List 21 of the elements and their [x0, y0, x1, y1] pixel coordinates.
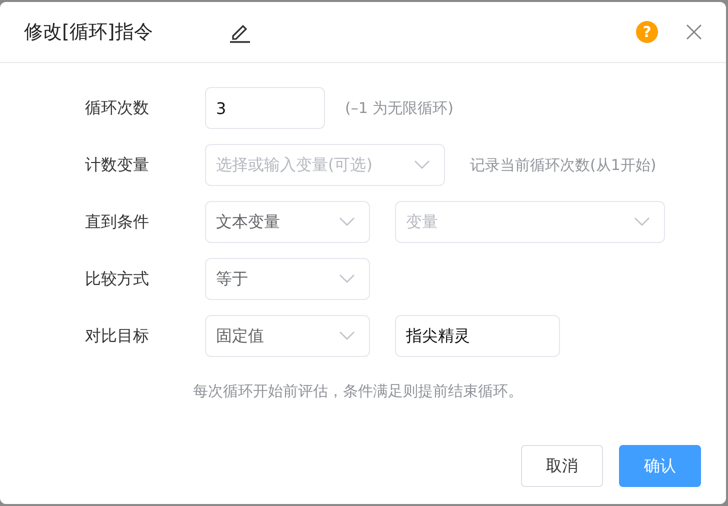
field-label: 对比目标 [85, 326, 150, 346]
field-label: 计数变量 [85, 154, 150, 176]
field-label: 直到条件 [85, 212, 150, 232]
chevron-down-icon [339, 274, 355, 284]
chevron-down-icon [634, 217, 650, 227]
close-icon[interactable] [686, 24, 702, 40]
select-dropdown[interactable]: 等于 [205, 258, 370, 300]
dialog-title: 修改[循环]指令 [24, 20, 154, 45]
field-label: 比较方式 [85, 268, 150, 290]
chevron-down-icon [414, 160, 430, 170]
input-field[interactable]: 3 [205, 87, 325, 129]
field-note: (–1 为无限循环) [345, 98, 454, 118]
select-dropdown[interactable]: 固定值 [205, 315, 370, 357]
input-field[interactable]: 指尖精灵 [395, 315, 560, 357]
hint-text: 每次循环开始前评估，条件满足则提前结束循环。 [193, 382, 524, 401]
cancel-button[interactable]: 取消 [521, 445, 603, 487]
chevron-down-icon [339, 331, 355, 341]
field-note: 记录当前循环次数(从1开始) [470, 156, 656, 174]
chevron-down-icon [339, 217, 355, 227]
field-label: 循环次数 [85, 98, 150, 118]
select-dropdown[interactable]: 文本变量 [205, 201, 370, 243]
